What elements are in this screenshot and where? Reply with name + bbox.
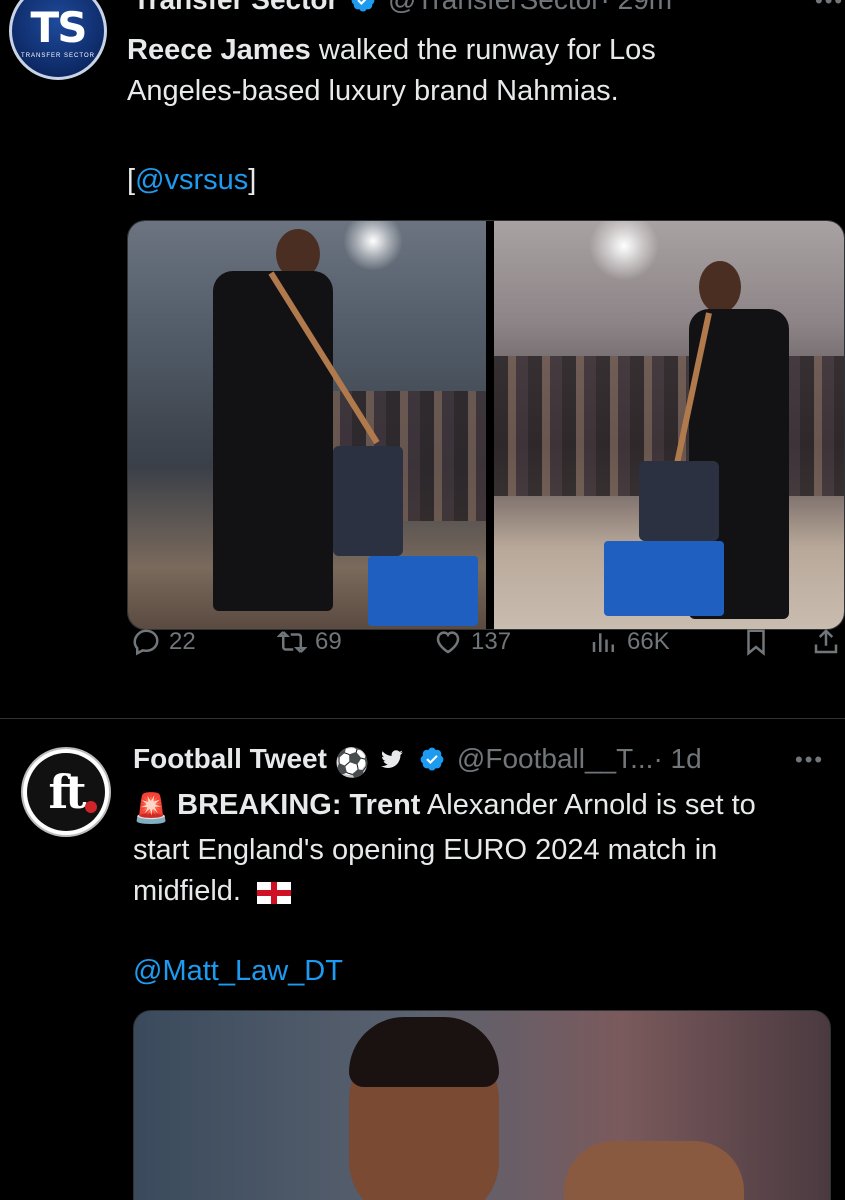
- share-icon: [814, 628, 838, 654]
- soccer-ball-icon: ⚽: [334, 747, 370, 778]
- tweet-football-tweet[interactable]: ft Football Tweet ⚽ @Football__T...· 1d …: [0, 718, 845, 1200]
- reply-button[interactable]: 22: [131, 620, 196, 664]
- repost-button[interactable]: 69: [277, 620, 342, 664]
- player-arm: [564, 1141, 744, 1200]
- mop-wringer: [639, 461, 719, 541]
- mop-bucket: [604, 541, 724, 616]
- avatar-logo-subtext: TRANSFER SECTOR: [21, 53, 95, 59]
- like-button[interactable]: 137: [433, 620, 511, 664]
- tweet-text-bold: BREAKING: Trent: [177, 789, 421, 821]
- england-flag-icon: [257, 882, 292, 904]
- share-button[interactable]: [811, 620, 841, 664]
- verified-badge-icon: [351, 0, 375, 12]
- credit-link[interactable]: @Matt_Law_DT: [133, 951, 343, 992]
- like-count: 137: [471, 628, 512, 655]
- like-icon: [436, 631, 460, 654]
- avatar-logo: ft: [27, 753, 105, 831]
- tweet-transfer-sector[interactable]: TS TRANSFER SECTOR Transfer Sector @Tran…: [0, 0, 845, 718]
- bookmark-icon: [747, 629, 765, 656]
- repost-icon: [277, 631, 307, 653]
- tweet-text-bold: Reece James: [127, 34, 311, 66]
- views-button[interactable]: 66K: [589, 620, 670, 664]
- avatar[interactable]: TS TRANSFER SECTOR: [9, 0, 107, 80]
- tweet-header: Transfer Sector @TransferSector· 29m: [133, 0, 672, 16]
- avatar-logo-text: TS: [30, 3, 88, 52]
- runway-photo-left[interactable]: [128, 221, 486, 629]
- model-head: [699, 261, 741, 313]
- verified-badge-icon: [420, 747, 444, 771]
- model-figure: [213, 271, 333, 611]
- repost-count: 69: [315, 628, 342, 655]
- reply-count: 22: [169, 628, 196, 655]
- tweet-media[interactable]: [127, 220, 845, 630]
- siren-icon: 🚨: [133, 793, 170, 825]
- soccer-ball-icon: [85, 801, 97, 813]
- player-hair: [349, 1017, 499, 1087]
- mop-bucket: [368, 556, 478, 626]
- author-handle[interactable]: @TransferSector: [388, 0, 601, 15]
- author-handle[interactable]: @Football__T...: [457, 743, 654, 774]
- twitter-bird-icon: [381, 750, 404, 768]
- credit-link[interactable]: @vsrsus: [135, 164, 248, 196]
- more-icon[interactable]: •••: [795, 747, 824, 773]
- stage-light: [343, 221, 403, 271]
- bookmark-button[interactable]: [741, 620, 771, 664]
- reply-icon: [133, 629, 159, 656]
- tweet-time[interactable]: · 29m: [601, 0, 673, 15]
- tweet-text: Reece James walked the runway for Los An…: [127, 30, 767, 112]
- mop-wringer: [333, 446, 403, 556]
- more-icon[interactable]: •••: [815, 0, 844, 14]
- tweet-actions: 22 69 137 66K: [127, 620, 845, 664]
- tweet-credit[interactable]: [@vsrsus]: [127, 160, 256, 201]
- author-name[interactable]: Transfer Sector: [133, 0, 338, 15]
- tweet-time[interactable]: · 1d: [653, 743, 701, 774]
- views-icon: [592, 633, 614, 652]
- tweet-media[interactable]: [133, 1010, 831, 1200]
- stage-light: [589, 221, 659, 281]
- tweet-text: 🚨 BREAKING: Trent Alexander Arnold is se…: [133, 785, 813, 912]
- views-count: 66K: [627, 628, 670, 655]
- runway-photo-right[interactable]: [494, 221, 844, 629]
- author-name[interactable]: Football Tweet: [133, 743, 327, 774]
- tweet-header: Football Tweet ⚽ @Football__T...· 1d: [133, 743, 702, 779]
- avatar[interactable]: ft: [21, 747, 111, 837]
